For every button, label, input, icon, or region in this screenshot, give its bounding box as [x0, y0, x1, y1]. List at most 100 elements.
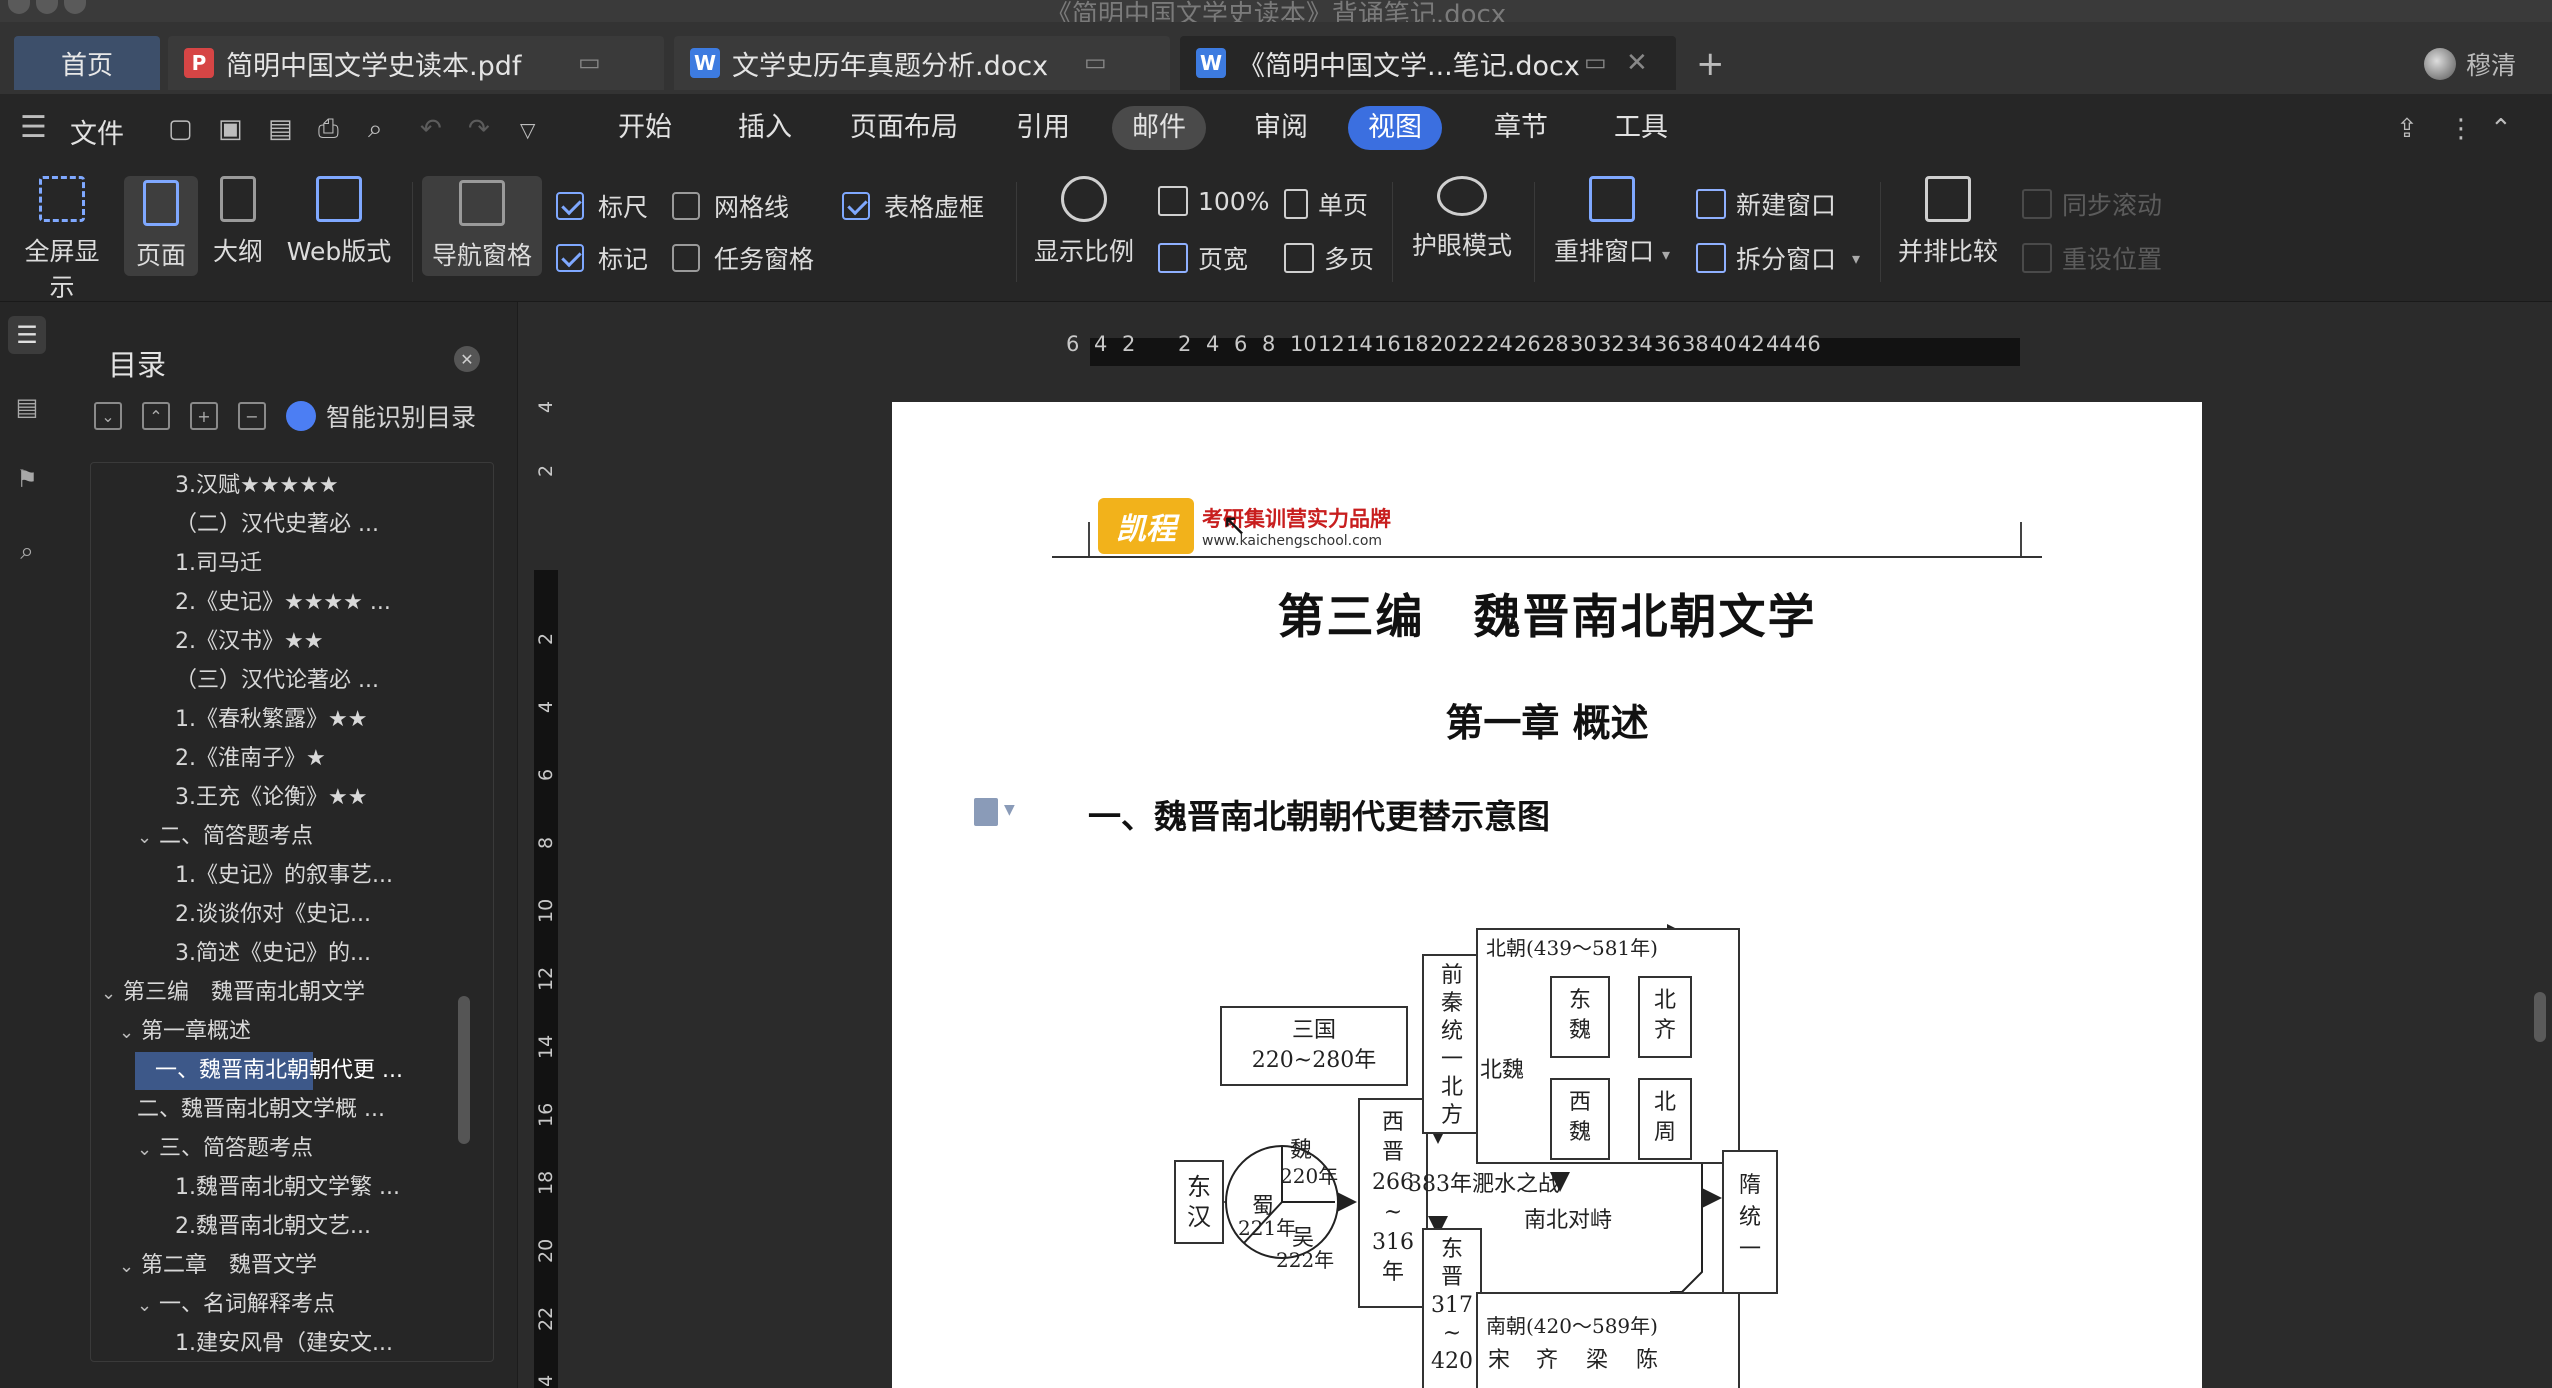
nav-pane-button[interactable]: 导航窗格 — [422, 176, 542, 276]
table-gridlines-checkbox[interactable]: 表格虚框 — [842, 188, 984, 224]
arrange-window-button[interactable]: 重排窗口 ▾ — [1552, 176, 1672, 268]
fullscreen-button[interactable]: 全屏显示 — [14, 176, 110, 304]
toc-item[interactable]: 一、魏晋南北朝朝代更 ... — [135, 1052, 403, 1090]
undo-icon[interactable]: ↶ — [420, 114, 442, 144]
toc-item[interactable]: 2.魏晋南北朝文艺... — [91, 1208, 371, 1246]
chevron-down-icon[interactable]: ⌄ — [119, 1248, 141, 1286]
new-tab-button[interactable]: + — [1696, 44, 1725, 84]
scrollbar-thumb[interactable] — [2534, 992, 2546, 1042]
toc-item[interactable]: 1.魏晋南北朝文学繁 ... — [91, 1169, 400, 1207]
single-page-button[interactable]: 单页 — [1284, 186, 1368, 222]
vertical-scrollbar[interactable] — [2528, 302, 2552, 1388]
user-account[interactable]: 穆清 — [2423, 46, 2516, 82]
page-width-button[interactable]: 页宽 — [1158, 240, 1248, 276]
close-icon[interactable]: ✕ — [454, 346, 480, 372]
menu-tools[interactable]: 工具 — [1594, 106, 1688, 150]
web-view-button[interactable]: Web版式 — [286, 176, 392, 268]
toc-item[interactable]: 1.《史记》的叙事艺... — [91, 857, 393, 895]
zoom-100-button[interactable]: 100% — [1158, 186, 1269, 216]
reset-position-button[interactable]: 重设位置 — [2022, 240, 2162, 276]
file-menu[interactable]: 文件 — [70, 112, 124, 151]
chevron-down-icon[interactable]: ⌄ — [101, 975, 123, 1013]
task-pane-checkbox[interactable]: 任务窗格 — [672, 240, 814, 276]
menu-start[interactable]: 开始 — [598, 106, 692, 150]
more-icon[interactable]: ⋮ — [2448, 114, 2474, 144]
eye-mode-button[interactable]: 护眼模式 — [1410, 176, 1514, 262]
toc-item[interactable]: 2.《史记》★★★★ ... — [91, 584, 391, 622]
collapse-all-icon[interactable]: ⌃ — [142, 402, 170, 430]
print-preview-icon[interactable]: ⌕ — [368, 114, 383, 145]
toc-scrollbar[interactable] — [458, 996, 470, 1144]
toc-item[interactable]: （三）汉代论著必 ... — [91, 662, 379, 700]
save-icon[interactable]: ▣ — [218, 114, 243, 144]
toc-item[interactable]: 1.建安风骨（建安文... — [91, 1325, 393, 1361]
marks-checkbox[interactable]: 标记 — [556, 240, 648, 276]
toc-list-icon[interactable]: ☰ — [8, 316, 46, 354]
menu-review[interactable]: 审阅 — [1234, 106, 1328, 150]
collapse-ribbon-icon[interactable]: ⌃ — [2490, 114, 2512, 144]
export-pdf-icon[interactable]: ▤ — [268, 114, 293, 144]
redo-icon[interactable]: ↷ — [468, 114, 490, 144]
toc-item[interactable]: ⌄ 三、简答题考点 — [91, 1130, 313, 1168]
toc-item[interactable]: ⌄ 第一章概述 — [91, 1013, 251, 1051]
tab-word-analysis[interactable]: W 文学史历年真题分析.docx ▭ — [674, 36, 1170, 90]
toc-item[interactable]: 2.谈谈你对《史记... — [91, 896, 371, 934]
horizontal-ruler[interactable]: 6 4 2 2 4 6 8 10 12 14 16 18 20 22 24 26 28 30 32 34 36 38 40 4… — [518, 302, 2528, 374]
toc-item[interactable]: 2.《淮南子》★ — [91, 740, 326, 778]
tab-word-notes-active[interactable]: W 《简明中国文学...笔记.docx ▭ ✕ — [1180, 36, 1676, 90]
chevron-down-icon[interactable]: ⌄ — [137, 819, 159, 857]
add-heading-icon[interactable]: + — [190, 402, 218, 430]
gridlines-checkbox[interactable]: 网格线 — [672, 188, 789, 224]
customize-toolbar-icon[interactable]: ▽ — [520, 118, 535, 142]
chevron-down-icon[interactable]: ⌄ — [137, 1287, 159, 1325]
page-view-button[interactable]: 页面 — [124, 176, 198, 276]
menu-view[interactable]: 视图 — [1348, 106, 1442, 150]
print-icon[interactable]: ⎙ — [318, 114, 339, 145]
toc-item[interactable]: ⌄ 第二章 魏晋文学 — [91, 1247, 317, 1285]
tab-home[interactable]: 首页 — [14, 36, 160, 90]
monitor-icon[interactable]: ▭ — [1584, 48, 1607, 76]
toc-item[interactable]: ⌄ 第三编 魏晋南北朝文学 — [91, 974, 365, 1012]
ruler-checkbox[interactable]: 标尺 — [556, 188, 648, 224]
close-tab-icon[interactable]: ✕ — [1626, 48, 1648, 78]
toc-item[interactable]: 二、魏晋南北朝文学概 ... — [91, 1091, 385, 1129]
toc-item[interactable]: 1.《春秋繁露》★★ — [91, 701, 367, 739]
page-thumbnail-icon[interactable]: ▤ — [8, 388, 46, 426]
menu-references[interactable]: 引用 — [996, 106, 1090, 150]
expand-all-icon[interactable]: ⌄ — [94, 402, 122, 430]
open-folder-icon[interactable]: ▢ — [168, 114, 193, 144]
smart-toc-button[interactable]: 智能识别目录 — [286, 398, 476, 434]
outline-view-button[interactable]: 大纲 — [208, 176, 268, 268]
side-by-side-button[interactable]: 并排比较 — [1896, 176, 2000, 268]
toc-item[interactable]: ⌄ 二、简答题考点 — [91, 818, 313, 856]
sync-scroll-button[interactable]: 同步滚动 — [2022, 186, 2162, 222]
menu-insert[interactable]: 插入 — [718, 106, 812, 150]
monitor-icon[interactable]: ▭ — [1084, 48, 1107, 76]
toc-item[interactable]: 3.王充《论衡》★★ — [91, 779, 367, 817]
toc-item[interactable]: ⌄ 一、名词解释考点 — [91, 1286, 335, 1324]
paragraph-marker-icon[interactable] — [974, 798, 998, 826]
chevron-down-icon[interactable]: ▼ — [1004, 802, 1015, 818]
toc-item[interactable]: 1.司马迁 — [91, 545, 262, 583]
tab-pdf-document[interactable]: P 简明中国文学史读本.pdf ▭ — [168, 36, 664, 90]
chevron-down-icon[interactable]: ⌄ — [119, 1014, 141, 1052]
new-window-button[interactable]: 新建窗口 — [1696, 186, 1836, 222]
vertical-ruler[interactable]: 4 2 2 4 6 8 10 12 14 16 18 20 22 24 — [534, 374, 558, 1388]
document-page[interactable]: 凯程 考研集训营实力品牌 www.kaichengschool.com ↖ 第三… — [892, 402, 2202, 1388]
toc-item[interactable]: 2.《汉书》★★ — [91, 623, 323, 661]
toc-item[interactable]: 3.简述《史记》的... — [91, 935, 371, 973]
zoom-button[interactable]: 显示比例 — [1034, 176, 1134, 268]
menu-chapter[interactable]: 章节 — [1474, 106, 1568, 150]
multi-page-button[interactable]: 多页 — [1284, 240, 1374, 276]
toc-item[interactable]: （二）汉代史著必 ... — [91, 506, 379, 544]
menu-layout[interactable]: 页面布局 — [830, 106, 978, 150]
toc-item[interactable]: 3.汉赋★★★★★ — [91, 467, 339, 505]
split-window-button[interactable]: 拆分窗口 ▾ — [1696, 240, 1860, 276]
remove-heading-icon[interactable]: − — [238, 402, 266, 430]
find-icon[interactable]: ⌕ — [8, 532, 46, 570]
chevron-down-icon[interactable]: ⌄ — [137, 1131, 159, 1169]
hamburger-menu-icon[interactable]: ☰ — [20, 110, 47, 145]
bookmark-icon[interactable]: ⚑ — [8, 460, 46, 498]
menu-mailings[interactable]: 邮件 — [1112, 106, 1206, 150]
share-icon[interactable]: ⇪ — [2396, 114, 2418, 144]
